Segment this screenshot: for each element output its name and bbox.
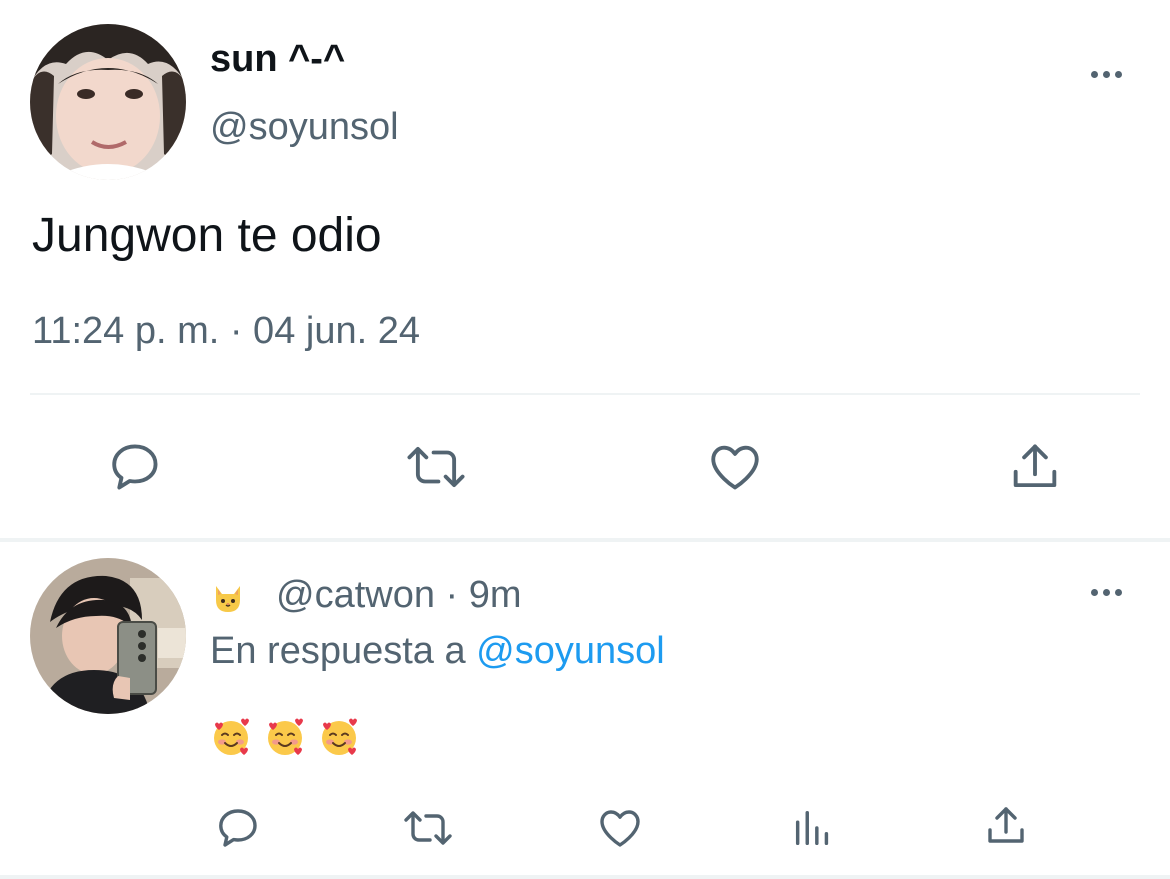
reply-icon[interactable] <box>106 438 164 496</box>
reply-header: @catwon · 9m <box>210 574 522 617</box>
reply-prefix: En respuesta a <box>210 630 477 672</box>
separator-dot: · <box>434 574 469 616</box>
smiling-face-with-hearts-icon <box>214 718 249 755</box>
divider <box>30 393 1140 395</box>
retweet-icon[interactable] <box>400 804 456 852</box>
reply-content <box>210 716 360 758</box>
like-icon[interactable] <box>596 804 644 852</box>
retweet-icon[interactable] <box>404 438 468 496</box>
section-separator <box>0 538 1170 542</box>
more-options-icon[interactable] <box>1086 54 1126 94</box>
reply-mention-link[interactable]: @soyunsol <box>476 630 665 672</box>
avatar[interactable] <box>30 558 186 714</box>
handle[interactable]: @soyunsol <box>210 106 399 149</box>
avatar-photo <box>30 558 186 714</box>
share-icon[interactable] <box>982 802 1030 850</box>
share-icon[interactable] <box>1006 438 1064 496</box>
timestamp[interactable]: 11:24 p. m. · 04 jun. 24 <box>32 310 420 353</box>
cat-face-icon <box>210 580 246 616</box>
reply-context: En respuesta a @soyunsol <box>210 630 665 673</box>
avatar[interactable] <box>30 24 186 180</box>
tweet-text: Jungwon te odio <box>32 209 382 262</box>
reply-icon[interactable] <box>214 804 262 852</box>
display-name[interactable]: sun ^-^ <box>210 38 345 81</box>
views-icon[interactable] <box>790 804 836 852</box>
avatar-photo <box>30 24 186 180</box>
like-icon[interactable] <box>706 438 764 496</box>
bottom-separator <box>0 875 1170 879</box>
smiling-face-with-hearts-icon <box>322 718 357 755</box>
smiling-face-with-hearts-icon <box>268 718 303 755</box>
reply-time[interactable]: 9m <box>469 574 522 617</box>
more-options-icon[interactable] <box>1086 572 1126 612</box>
reply-handle[interactable]: @catwon <box>276 574 435 617</box>
